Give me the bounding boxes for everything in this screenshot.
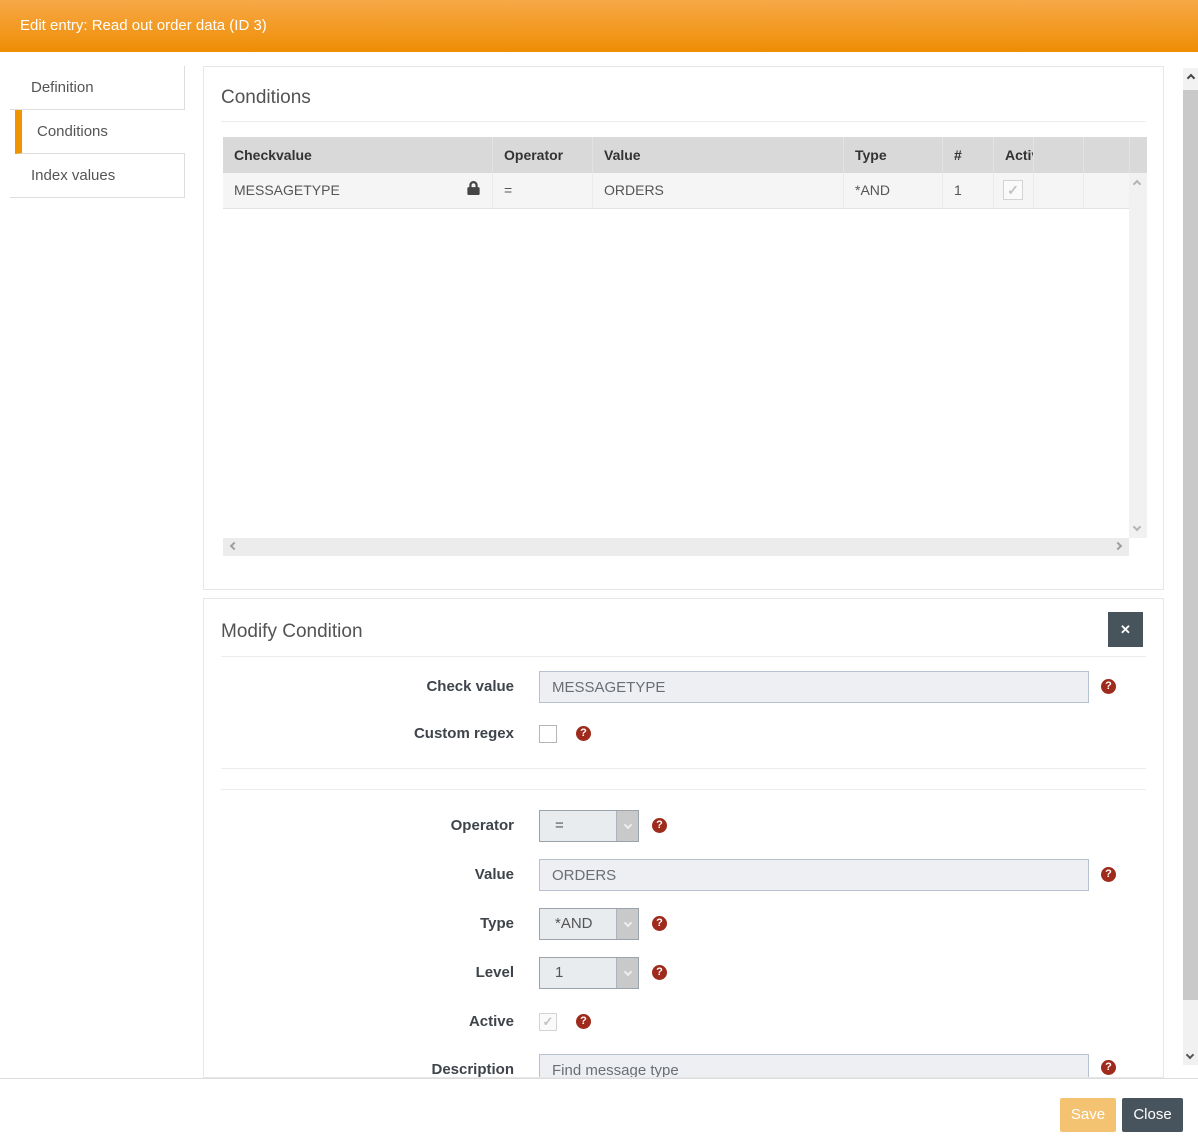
check-icon: ✓ bbox=[1007, 182, 1019, 198]
close-icon: ✕ bbox=[1120, 622, 1131, 637]
operator-label: Operator bbox=[221, 810, 514, 842]
table-vertical-scrollbar[interactable] bbox=[1129, 173, 1147, 538]
scroll-up-icon bbox=[1186, 74, 1194, 82]
value-input[interactable] bbox=[539, 859, 1089, 891]
tab-conditions-label: Conditions bbox=[37, 123, 108, 140]
active-label: Active bbox=[221, 1013, 514, 1031]
help-icon[interactable]: ? bbox=[576, 726, 591, 741]
help-icon[interactable]: ? bbox=[652, 818, 667, 833]
level-select-value: 1 bbox=[540, 958, 616, 988]
tab-index-values-label: Index values bbox=[31, 167, 115, 184]
help-icon[interactable]: ? bbox=[576, 1014, 591, 1029]
cell-number: 1 bbox=[942, 173, 993, 208]
operator-select-value: = bbox=[540, 811, 616, 841]
check-icon: ✓ bbox=[543, 1014, 554, 1029]
close-panel-button[interactable]: ✕ bbox=[1108, 612, 1143, 647]
lock-icon bbox=[467, 173, 480, 208]
close-button[interactable]: Close bbox=[1122, 1098, 1183, 1132]
type-select-value: *AND bbox=[540, 909, 616, 939]
description-label: Description bbox=[221, 1054, 514, 1078]
description-input[interactable] bbox=[539, 1054, 1089, 1078]
type-label: Type bbox=[221, 908, 514, 940]
scroll-down-icon[interactable] bbox=[1133, 523, 1141, 531]
conditions-panel: Conditions Checkvalue Operator Value Typ… bbox=[203, 66, 1164, 590]
check-value-row: Check value ? bbox=[221, 671, 1146, 703]
operator-row: Operator = ? bbox=[221, 810, 1146, 842]
active-row: Active ✓ ? bbox=[221, 1013, 1146, 1031]
cell-active: ✓ bbox=[993, 173, 1033, 208]
save-button[interactable]: Save bbox=[1060, 1098, 1116, 1132]
custom-regex-checkbox[interactable] bbox=[539, 725, 557, 743]
value-label: Value bbox=[221, 859, 514, 891]
modify-condition-panel: Modify Condition ✕ Check value ? Custom … bbox=[203, 598, 1164, 1078]
conditions-table-body: MESSAGETYPE = ORDERS *AND 1 ✓ bbox=[223, 173, 1147, 556]
chevron-down-icon bbox=[616, 958, 638, 988]
scroll-right-icon[interactable] bbox=[1114, 542, 1122, 550]
header-operator: Operator bbox=[492, 137, 592, 173]
tab-index-values[interactable]: Index values bbox=[10, 154, 185, 198]
modify-panel-title: Modify Condition bbox=[221, 621, 363, 643]
level-select[interactable]: 1 bbox=[539, 957, 639, 989]
dialog-footer: Save Close bbox=[0, 1078, 1198, 1146]
active-checkbox-disabled: ✓ bbox=[1003, 180, 1023, 200]
operator-select[interactable]: = bbox=[539, 810, 639, 842]
type-select[interactable]: *AND bbox=[539, 908, 639, 940]
scroll-left-icon[interactable] bbox=[230, 542, 238, 550]
scroll-up-icon[interactable] bbox=[1133, 180, 1141, 188]
header-checkvalue: Checkvalue bbox=[223, 137, 492, 173]
level-row: Level 1 ? bbox=[221, 957, 1146, 989]
help-icon[interactable]: ? bbox=[652, 916, 667, 931]
conditions-table: Checkvalue Operator Value Type # Active … bbox=[223, 137, 1147, 574]
value-row: Value ? bbox=[221, 859, 1146, 891]
dialog-title: Edit entry: Read out order data (ID 3) bbox=[20, 0, 267, 52]
scroll-up-button[interactable] bbox=[1183, 68, 1198, 90]
divider bbox=[221, 656, 1146, 657]
table-horizontal-scrollbar[interactable] bbox=[223, 538, 1129, 556]
conditions-panel-title: Conditions bbox=[221, 87, 311, 109]
cell-type: *AND bbox=[843, 173, 942, 208]
check-value-label: Check value bbox=[221, 671, 514, 703]
chevron-down-icon bbox=[616, 811, 638, 841]
header-spacer-3 bbox=[1129, 137, 1147, 173]
active-checkbox-disabled: ✓ bbox=[539, 1013, 557, 1031]
description-row: Description ? bbox=[221, 1054, 1146, 1078]
help-icon[interactable]: ? bbox=[652, 965, 667, 980]
help-icon[interactable]: ? bbox=[1101, 1060, 1116, 1075]
dialog-titlebar: Edit entry: Read out order data (ID 3) bbox=[0, 0, 1198, 52]
type-row: Type *AND ? bbox=[221, 908, 1146, 940]
table-row[interactable]: MESSAGETYPE = ORDERS *AND 1 ✓ bbox=[223, 173, 1129, 209]
tab-definition-label: Definition bbox=[31, 79, 94, 96]
cell-value: ORDERS bbox=[592, 173, 843, 208]
conditions-table-header: Checkvalue Operator Value Type # Active bbox=[223, 137, 1147, 173]
chevron-down-icon bbox=[616, 909, 638, 939]
divider bbox=[221, 121, 1146, 122]
tab-conditions[interactable]: Conditions bbox=[15, 110, 185, 154]
cell-checkvalue: MESSAGETYPE bbox=[223, 173, 492, 208]
cell-checkvalue-text: MESSAGETYPE bbox=[234, 173, 340, 208]
header-type: Type bbox=[843, 137, 942, 173]
check-value-input[interactable] bbox=[539, 671, 1089, 703]
header-number: # bbox=[942, 137, 993, 173]
dialog-content: Definition Conditions Index values Condi… bbox=[0, 52, 1183, 1078]
page-scrollbar[interactable] bbox=[1183, 52, 1198, 1065]
header-value: Value bbox=[592, 137, 843, 173]
header-active: Active bbox=[993, 137, 1033, 173]
divider bbox=[221, 789, 1146, 790]
custom-regex-label: Custom regex bbox=[221, 725, 514, 743]
cell-spacer-2 bbox=[1083, 173, 1129, 208]
divider bbox=[221, 768, 1146, 769]
custom-regex-row: Custom regex ? bbox=[221, 725, 1146, 743]
sidebar-tabs: Definition Conditions Index values bbox=[10, 66, 185, 198]
level-label: Level bbox=[221, 957, 514, 989]
tab-definition[interactable]: Definition bbox=[10, 66, 185, 110]
header-spacer-2 bbox=[1083, 137, 1129, 173]
header-spacer-1 bbox=[1033, 137, 1083, 173]
cell-operator: = bbox=[492, 173, 592, 208]
help-icon[interactable]: ? bbox=[1101, 679, 1116, 694]
cell-spacer-1 bbox=[1033, 173, 1083, 208]
help-icon[interactable]: ? bbox=[1101, 867, 1116, 882]
scrollbar-thumb[interactable] bbox=[1183, 90, 1198, 1000]
